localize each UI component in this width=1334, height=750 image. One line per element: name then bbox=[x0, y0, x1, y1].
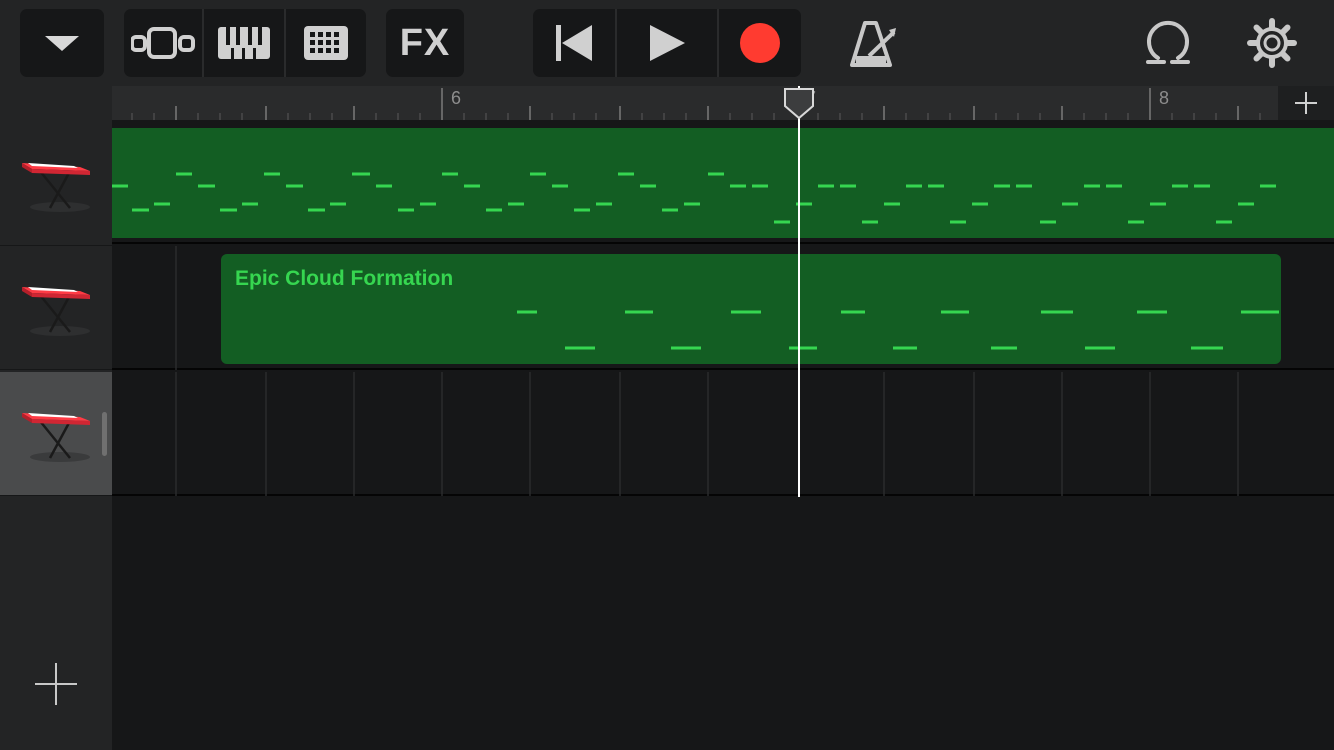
track-header-1[interactable] bbox=[0, 122, 112, 246]
ruler-ticks bbox=[131, 88, 1261, 120]
track-view-button[interactable] bbox=[124, 9, 202, 77]
track-header-2[interactable] bbox=[0, 246, 112, 370]
lane-grid bbox=[175, 372, 1239, 496]
playhead-line[interactable] bbox=[798, 86, 800, 497]
plus-icon bbox=[1295, 92, 1317, 114]
midi-notes bbox=[112, 172, 1276, 224]
plus-icon bbox=[35, 663, 77, 705]
keyboard-icon bbox=[218, 27, 270, 59]
play-button[interactable] bbox=[615, 9, 717, 77]
rewind-button[interactable] bbox=[533, 9, 615, 77]
fx-label: FX bbox=[399, 21, 451, 64]
midi-region[interactable]: Epic Cloud Formation bbox=[221, 254, 1281, 364]
keyboard-instrument-icon bbox=[22, 162, 90, 212]
fx-button[interactable]: FX bbox=[386, 9, 464, 77]
midi-notes bbox=[517, 310, 1279, 350]
tracks-menu-button[interactable] bbox=[20, 9, 104, 77]
ruler-bar-6: 6 bbox=[451, 88, 462, 108]
track-resize-handle[interactable] bbox=[102, 412, 107, 456]
timeline-ruler[interactable]: 6 7 8 bbox=[112, 86, 1278, 120]
control-bar: FX bbox=[0, 0, 1334, 86]
keyboard-instrument-icon bbox=[22, 286, 90, 336]
metronome-button[interactable] bbox=[848, 20, 896, 73]
playhead-handle[interactable] bbox=[783, 88, 815, 125]
track-header-3[interactable] bbox=[0, 372, 112, 496]
record-icon bbox=[740, 23, 780, 63]
midi-region[interactable] bbox=[112, 128, 1334, 238]
track-view-icon bbox=[131, 27, 195, 59]
keyboard-instrument-icon bbox=[22, 412, 90, 462]
loop-browser-button[interactable] bbox=[1144, 18, 1192, 71]
keyboard-view-button[interactable] bbox=[202, 9, 284, 77]
view-switcher bbox=[124, 9, 366, 77]
ruler-bar-8: 8 bbox=[1159, 88, 1170, 108]
chevron-down-icon bbox=[45, 36, 79, 51]
add-section-button[interactable] bbox=[1278, 86, 1334, 120]
grid-view-button[interactable] bbox=[284, 9, 366, 77]
metronome-icon bbox=[850, 21, 896, 67]
play-icon bbox=[650, 25, 685, 61]
grid-icon bbox=[304, 26, 348, 60]
add-track-button[interactable] bbox=[34, 662, 78, 711]
rewind-icon bbox=[556, 25, 592, 61]
track-lane-1[interactable] bbox=[112, 120, 1334, 244]
track-lane-2[interactable]: Epic Cloud Formation bbox=[112, 246, 1334, 370]
gear-icon bbox=[1247, 18, 1297, 68]
track-headers bbox=[0, 86, 112, 750]
playhead-marker-icon bbox=[784, 88, 814, 120]
record-button[interactable] bbox=[717, 9, 801, 77]
loop-icon bbox=[1146, 20, 1190, 64]
settings-button[interactable] bbox=[1247, 18, 1297, 73]
track-lane-3[interactable] bbox=[112, 372, 1334, 496]
transport-controls bbox=[533, 9, 801, 77]
